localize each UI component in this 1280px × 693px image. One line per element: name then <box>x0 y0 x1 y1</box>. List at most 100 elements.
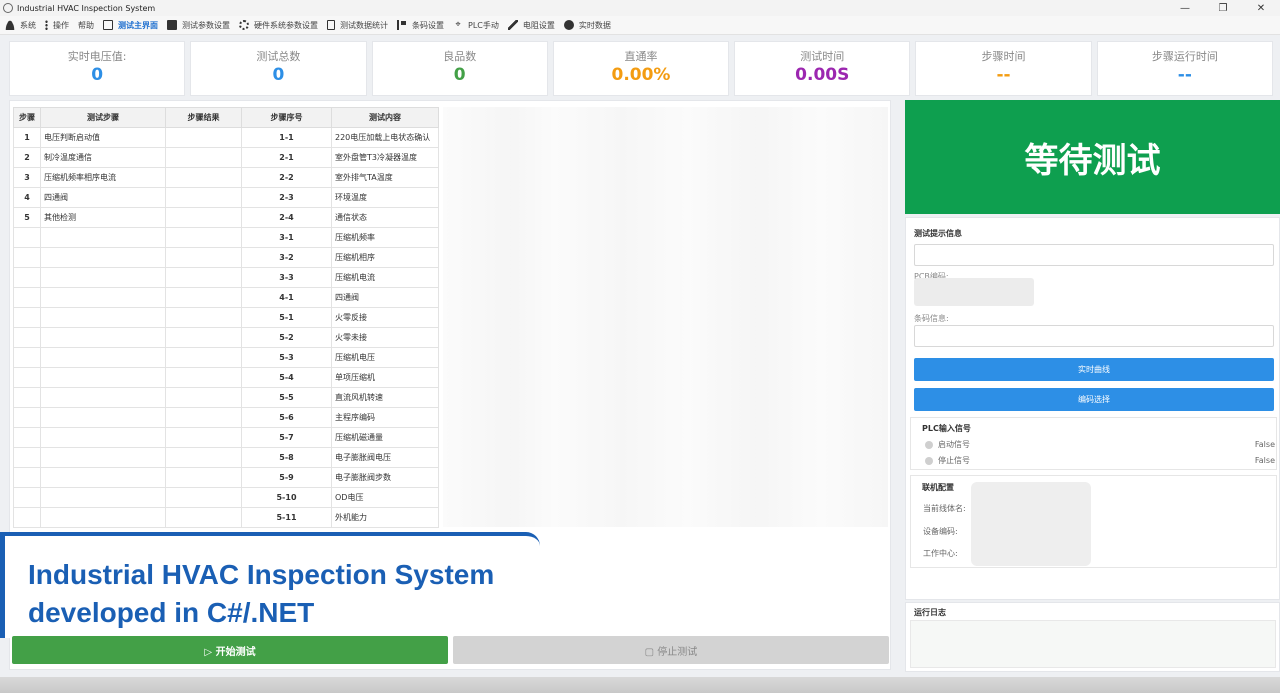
info-panel: 测试提示信息 PCB编码: 条码信息: 实时曲线 编码选择 PLC输入信号 启动… <box>905 217 1280 600</box>
menu-test-params[interactable]: 测试参数设置 <box>167 16 230 35</box>
table-row[interactable]: 5-4 单项压缩机 <box>13 367 439 388</box>
cell-result <box>165 167 242 188</box>
link-title: 联机配置 <box>922 483 954 492</box>
window-title: Industrial HVAC Inspection System <box>17 3 156 13</box>
maximize-button[interactable]: ❐ <box>1204 0 1242 16</box>
start-test-button[interactable]: ▷ 开始测试 <box>12 636 448 664</box>
realtime-curve-button[interactable]: 实时曲线 <box>914 358 1274 381</box>
stat-value: -- <box>996 65 1011 85</box>
col-header-content[interactable]: 测试内容 <box>331 107 439 128</box>
col-header-seq[interactable]: 步骤序号 <box>241 107 332 128</box>
cell-seq: 5-10 <box>241 487 332 508</box>
cell-result <box>165 227 242 248</box>
menu-bar: 系统 操作 帮助 测试主界面 测试参数设置 硬件系统参数设置 测试数据统计 条码… <box>0 16 1280 35</box>
close-button[interactable]: ✕ <box>1242 0 1280 16</box>
menu-realtime-data[interactable]: 实时数据 <box>563 16 611 35</box>
menu-plc-manual[interactable]: ⌖ PLC手动 <box>453 16 498 35</box>
menu-barcode[interactable]: 条码设置 <box>397 16 444 35</box>
document-icon <box>327 20 335 30</box>
col-header-result[interactable]: 步骤结果 <box>165 107 242 128</box>
window-controls: — ❐ ✕ <box>1166 0 1280 16</box>
table-row[interactable]: 5 其他检测 2-4 通信状态 <box>13 207 439 228</box>
clock-icon <box>563 20 574 30</box>
cell-content: 环境温度 <box>331 187 439 208</box>
cell-step <box>13 487 41 508</box>
table-row[interactable]: 3-1 压缩机频率 <box>13 227 439 248</box>
menu-operation[interactable]: 操作 <box>45 16 69 35</box>
hint-field[interactable] <box>914 244 1274 266</box>
cell-content: 压缩机频率 <box>331 227 439 248</box>
plc-input-box: PLC输入信号 启动信号 False 停止信号 False <box>910 417 1277 470</box>
gear-icon <box>239 20 249 30</box>
cell-step: 3 <box>13 167 41 188</box>
table-row[interactable]: 3-3 压缩机电流 <box>13 267 439 288</box>
pcb-field[interactable] <box>914 278 1034 306</box>
stat-value: 0 <box>272 65 285 85</box>
cell-seq: 5-8 <box>241 447 332 468</box>
cell-content: 直流风机转速 <box>331 387 439 408</box>
table-row[interactable]: 1 电压判断启动值 1-1 220电压加载上电状态确认 <box>13 127 439 148</box>
log-box[interactable] <box>910 620 1276 668</box>
table-row[interactable]: 5-1 火零反接 <box>13 307 439 328</box>
table-row[interactable]: 3-2 压缩机相序 <box>13 247 439 268</box>
cell-test-step: 四通阀 <box>40 187 166 208</box>
cell-result <box>165 467 242 488</box>
cell-content: 通信状态 <box>331 207 439 228</box>
cell-seq: 3-3 <box>241 267 332 288</box>
menu-test-main[interactable]: 测试主界面 <box>103 16 158 35</box>
barcode-field[interactable] <box>914 325 1274 347</box>
cell-result <box>165 407 242 428</box>
cell-test-step <box>40 427 166 448</box>
cell-step <box>13 307 41 328</box>
table-row[interactable]: 5-3 压缩机电压 <box>13 347 439 368</box>
cell-test-step <box>40 467 166 488</box>
col-header-step[interactable]: 步骤 <box>13 107 41 128</box>
table-row[interactable]: 5-11 外机能力 <box>13 507 439 528</box>
menu-hardware-params[interactable]: 硬件系统参数设置 <box>239 16 318 35</box>
menu-test-stats[interactable]: 测试数据统计 <box>327 16 388 35</box>
cell-test-step <box>40 227 166 248</box>
device-code-label: 设备编码: <box>923 527 958 536</box>
signal-indicator-icon <box>925 456 933 465</box>
menu-system[interactable]: 系统 <box>5 16 36 35</box>
cell-content: 压缩机电压 <box>331 347 439 368</box>
menu-resistance[interactable]: 电阻设置 <box>507 16 555 35</box>
stat-step-time: 步骤时间 -- <box>915 41 1092 96</box>
cell-step <box>13 407 41 428</box>
cell-test-step <box>40 487 166 508</box>
table-row[interactable]: 5-5 直流风机转速 <box>13 387 439 408</box>
flag-icon <box>397 20 407 30</box>
code-select-button[interactable]: 编码选择 <box>914 388 1274 411</box>
cell-content: 室外盘管T3冷凝器温度 <box>331 147 439 168</box>
caption-overlay: Industrial HVAC Inspection System develo… <box>0 532 540 638</box>
cell-result <box>165 327 242 348</box>
cell-result <box>165 247 242 268</box>
cell-result <box>165 207 242 228</box>
hint-title: 测试提示信息 <box>914 229 962 238</box>
caption-line-2: developed in C#/.NET <box>28 597 315 628</box>
table-row[interactable]: 5-9 电子膨胀阀步数 <box>13 467 439 488</box>
table-row[interactable]: 4 四通阀 2-3 环境温度 <box>13 187 439 208</box>
table-row[interactable]: 2 制冷温度通信 2-1 室外盘管T3冷凝器温度 <box>13 147 439 168</box>
menu-help[interactable]: 帮助 <box>78 16 94 35</box>
cell-step <box>13 507 41 528</box>
cell-test-step <box>40 307 166 328</box>
caption-line-1: Industrial HVAC Inspection System <box>28 559 495 590</box>
table-row[interactable]: 5-10 OD电压 <box>13 487 439 508</box>
table-row[interactable]: 5-2 火零未接 <box>13 327 439 348</box>
stat-value: -- <box>1177 65 1192 85</box>
bottom-strip <box>0 677 1280 693</box>
table-row[interactable]: 4-1 四通阀 <box>13 287 439 308</box>
cell-test-step <box>40 507 166 528</box>
cell-result <box>165 367 242 388</box>
cell-result <box>165 307 242 328</box>
col-header-test-step[interactable]: 测试步骤 <box>40 107 166 128</box>
cell-result <box>165 487 242 508</box>
table-row[interactable]: 5-8 电子膨胀阀电压 <box>13 447 439 468</box>
table-row[interactable]: 3 压缩机频率相序电流 2-2 室外排气TA温度 <box>13 167 439 188</box>
cell-result <box>165 387 242 408</box>
table-row[interactable]: 5-6 主程序编码 <box>13 407 439 428</box>
table-row[interactable]: 5-7 压缩机磁通量 <box>13 427 439 448</box>
minimize-button[interactable]: — <box>1166 0 1204 16</box>
stop-test-button[interactable]: ▢ 停止测试 <box>453 636 889 664</box>
